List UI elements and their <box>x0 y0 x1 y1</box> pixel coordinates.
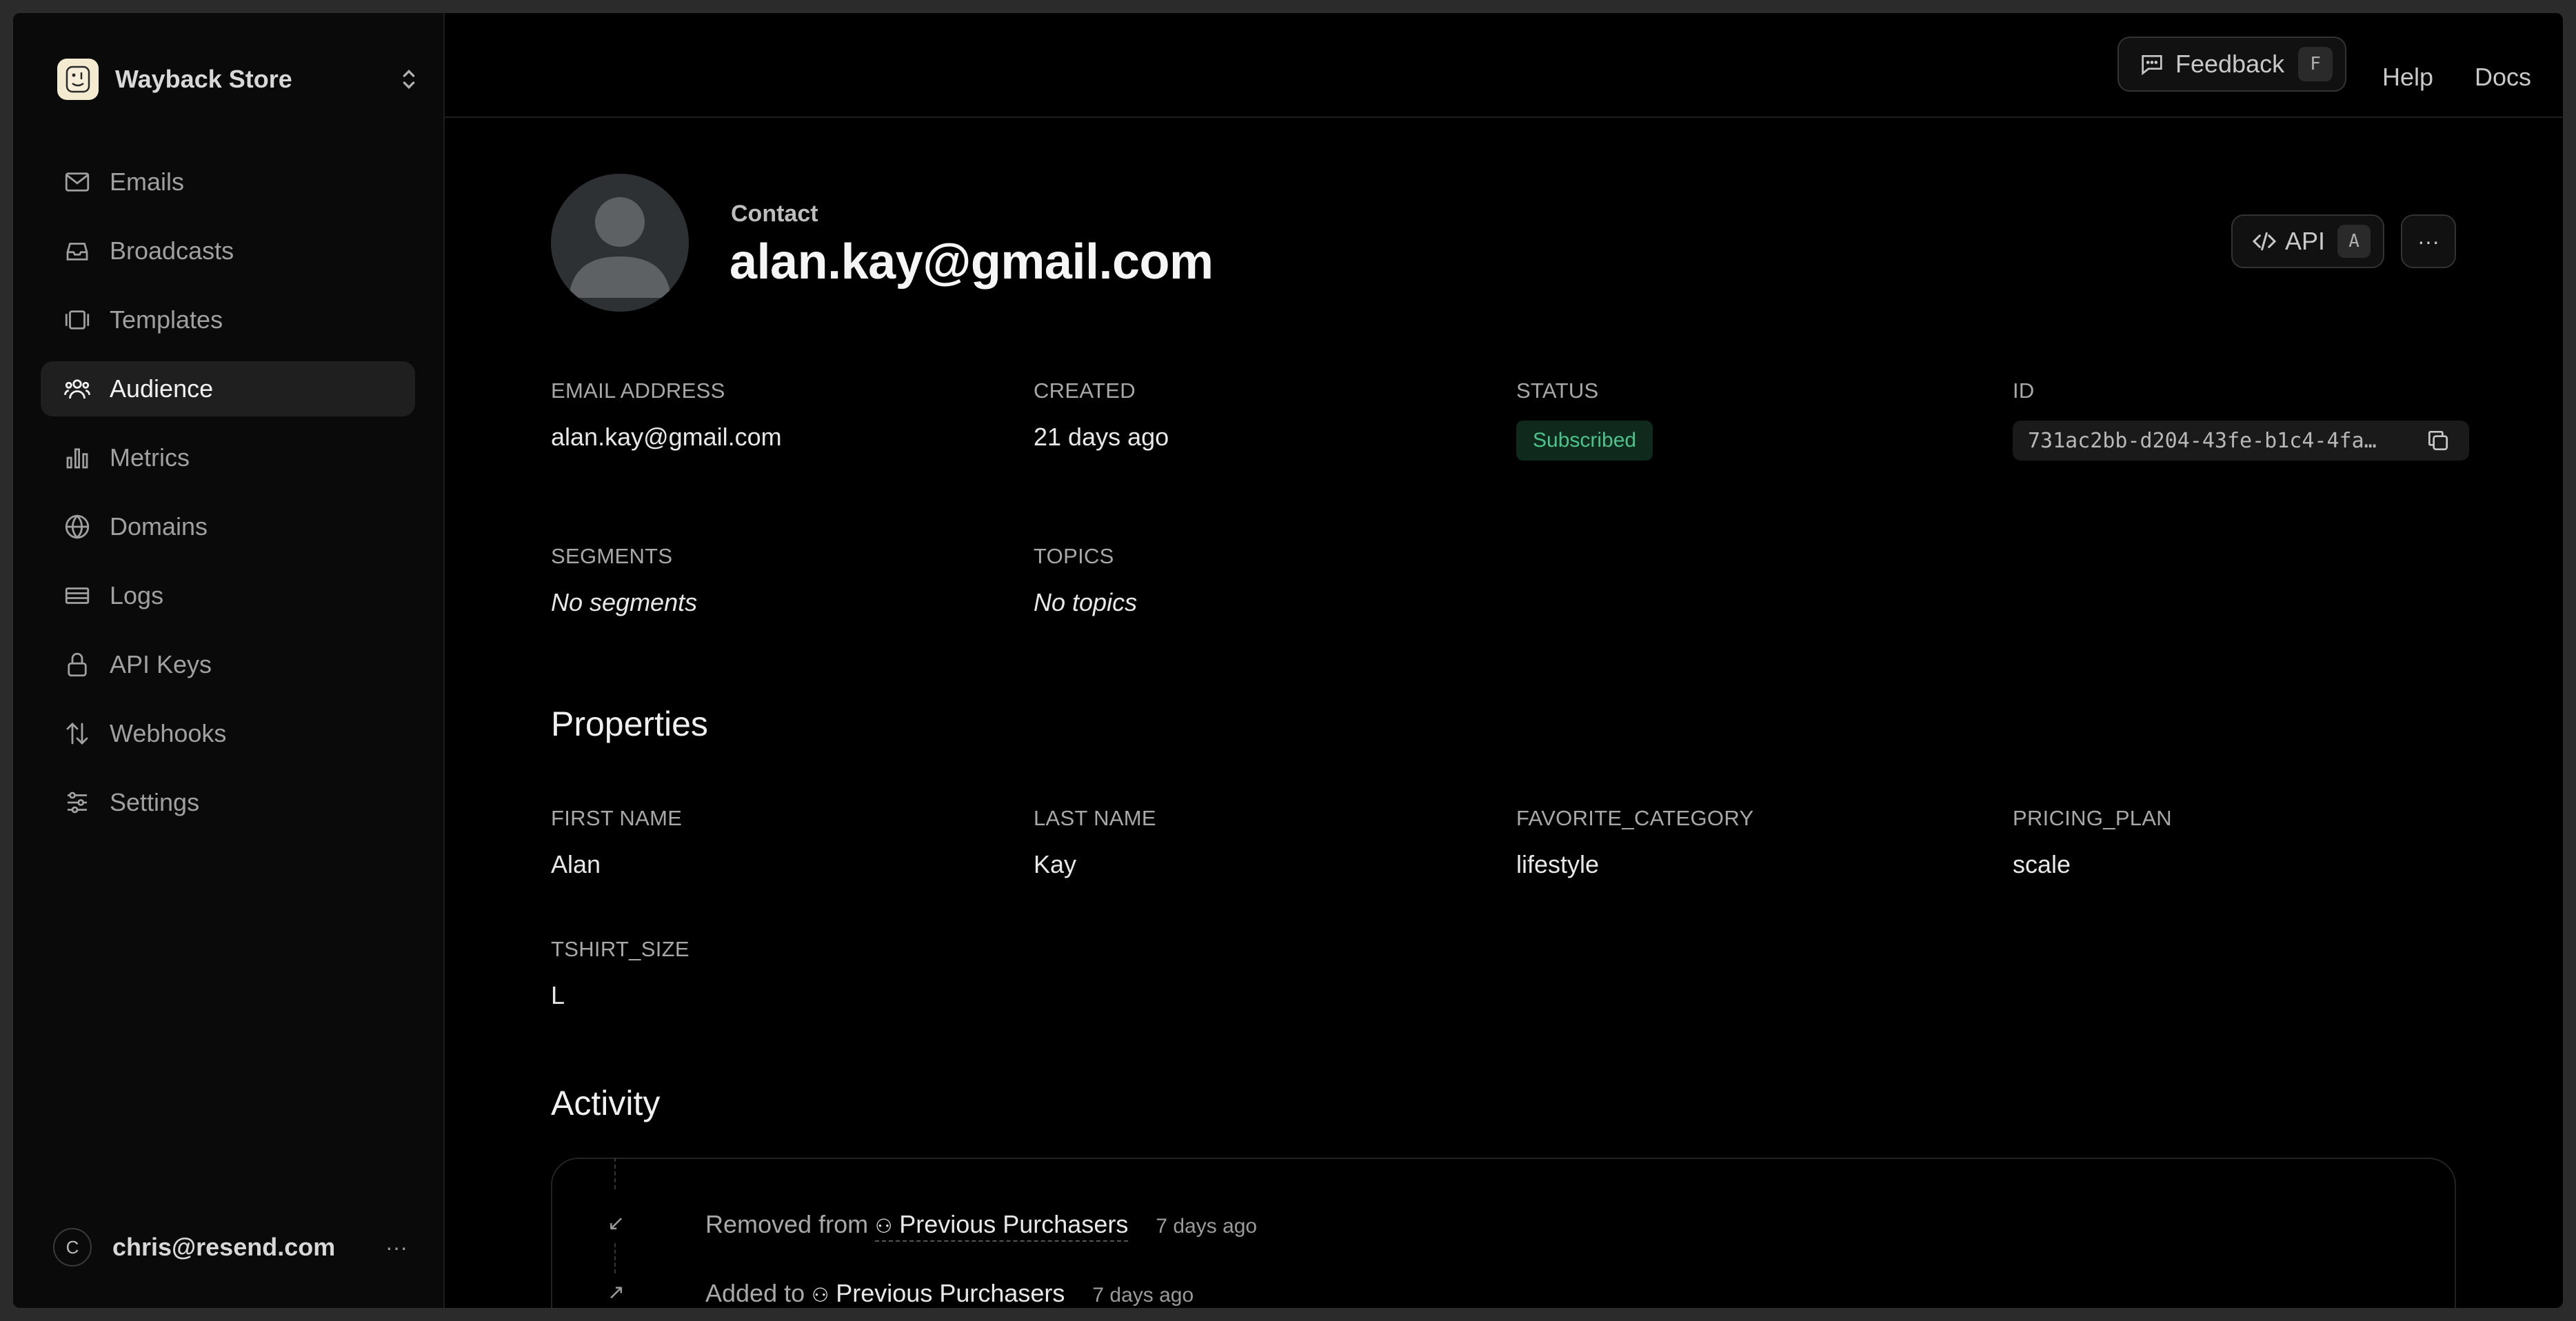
sidebar-item-label: Metrics <box>110 443 190 472</box>
sidebar-item-domains[interactable]: Domains <box>41 499 415 554</box>
favorite-category-value: lifestyle <box>1516 850 1600 878</box>
sidebar-nav: Emails Broadcasts Templates Audience Met… <box>41 154 415 844</box>
more-horizontal-icon[interactable]: ··· <box>385 1235 419 1260</box>
tshirt-size-label: Tshirt_Size <box>551 937 690 961</box>
lock-icon <box>68 652 87 677</box>
email-address-value: alan.kay@gmail.com <box>551 423 782 451</box>
sidebar-item-label: API Keys <box>110 650 212 678</box>
avatar: C <box>53 1228 92 1267</box>
team-switcher[interactable]: Wayback Store <box>57 46 423 112</box>
favorite-category-label: Favorite_Category <box>1516 806 1754 830</box>
segment-link[interactable]: ⚇ Previous Purchasers <box>875 1210 1129 1242</box>
api-label: API <box>2285 227 2326 255</box>
timeline-line <box>614 1243 616 1273</box>
created-label: Created <box>1034 379 1136 403</box>
activity-action: Removed from <box>705 1210 869 1238</box>
sidebar-item-label: Settings <box>110 788 200 816</box>
pricing-plan-value: scale <box>2013 850 2071 878</box>
sidebar-item-broadcasts[interactable]: Broadcasts <box>41 223 415 279</box>
sidebar-item-label: Logs <box>110 581 164 609</box>
tshirt-size-value: L <box>551 981 565 1009</box>
sidebar-item-api-keys[interactable]: API Keys <box>41 637 415 692</box>
contact-avatar <box>551 174 689 312</box>
api-button[interactable]: API A <box>2231 214 2384 268</box>
sidebar-item-label: Emails <box>110 168 185 196</box>
segment-name: Previous Purchasers <box>899 1210 1129 1238</box>
first-name-value: Alan <box>551 850 601 878</box>
team-name: Wayback Store <box>115 65 292 93</box>
created-value: 21 days ago <box>1034 423 1169 451</box>
first-name-label: First Name <box>551 806 683 830</box>
topics-value: No topics <box>1034 588 1138 616</box>
segment-name: Previous Purchasers <box>836 1279 1065 1307</box>
help-link[interactable]: Help <box>2382 63 2433 92</box>
segments-value: No segments <box>551 588 698 616</box>
status-label: Status <box>1516 379 1599 403</box>
chevron-updown-icon <box>403 69 415 90</box>
contact-label: Contact <box>731 201 818 227</box>
users-icon: ⚇ <box>875 1216 893 1237</box>
logs-icon <box>65 587 90 604</box>
feedback-shortcut: F <box>2298 47 2333 81</box>
pricing-plan-label: Pricing_Plan <box>2013 806 2172 830</box>
list-item: Added to ⚇ Previous Purchasers 7 days ag… <box>705 1279 1194 1308</box>
segment-link[interactable]: ⚇ Previous Purchasers <box>812 1279 1065 1308</box>
arrows-updown-icon <box>66 723 88 745</box>
api-shortcut: A <box>2337 225 2371 258</box>
sidebar-item-settings[interactable]: Settings <box>41 775 415 830</box>
sidebar-item-label: Audience <box>110 374 214 403</box>
inbox-icon <box>66 243 88 261</box>
sidebar-item-metrics[interactable]: Metrics <box>41 430 415 485</box>
page-title: alan.kay@gmail.com <box>729 234 1214 290</box>
segments-label: Segments <box>551 544 673 568</box>
mail-icon <box>65 172 90 192</box>
user-email: chris@resend.com <box>112 1233 336 1261</box>
docs-link[interactable]: Docs <box>2475 63 2531 92</box>
activity-title: Activity <box>551 1084 661 1122</box>
sidebar-item-label: Domains <box>110 512 208 541</box>
arrow-up-right-icon: ↗ <box>607 1281 625 1304</box>
list-item: Removed from ⚇ Previous Purchasers 7 day… <box>705 1210 1257 1242</box>
user-menu[interactable]: C chris@resend.com ··· <box>53 1220 419 1275</box>
contact-id-value: 731ac2bb-d204-43fe-b1c4-4fa… <box>2028 428 2377 453</box>
sliders-icon <box>68 791 87 814</box>
activity-time: 7 days ago <box>1092 1284 1194 1307</box>
sidebar-item-label: Webhooks <box>110 719 227 747</box>
sidebar-item-emails[interactable]: Emails <box>41 154 415 210</box>
topics-label: Topics <box>1034 544 1114 568</box>
sidebar-item-audience[interactable]: Audience <box>41 361 415 416</box>
feedback-button[interactable]: Feedback F <box>2117 37 2346 92</box>
last-name-label: Last Name <box>1034 806 1156 830</box>
status-badge: Subscribed <box>1516 421 1653 461</box>
more-actions-button[interactable]: ··· <box>2401 214 2456 268</box>
arrow-down-left-icon: ↙ <box>607 1212 625 1235</box>
timeline-line <box>614 1158 616 1189</box>
sidebar: Wayback Store Emails Broadcasts Template… <box>13 13 445 1308</box>
feedback-label: Feedback <box>2175 50 2285 78</box>
sidebar-item-templates[interactable]: Templates <box>41 292 415 347</box>
code-icon <box>2252 232 2277 251</box>
email-address-label: Email Address <box>551 379 725 403</box>
sidebar-item-label: Templates <box>110 305 223 334</box>
users-icon <box>64 379 90 399</box>
templates-icon <box>65 310 90 330</box>
contact-detail: Contact alan.kay@gmail.com API A ··· Ema… <box>445 119 2563 1308</box>
bar-chart-icon <box>66 448 88 469</box>
activity-action: Added to <box>705 1279 805 1307</box>
activity-time: 7 days ago <box>1156 1215 1258 1238</box>
sidebar-item-logs[interactable]: Logs <box>41 568 415 623</box>
sidebar-item-label: Broadcasts <box>110 236 234 265</box>
globe-icon <box>65 514 90 539</box>
users-icon: ⚇ <box>812 1284 829 1306</box>
id-label: ID <box>2013 379 2035 403</box>
properties-title: Properties <box>551 705 708 743</box>
contact-id: 731ac2bb-d204-43fe-b1c4-4fa… <box>2013 421 2469 461</box>
last-name-value: Kay <box>1034 850 1077 878</box>
app-window: Wayback Store Emails Broadcasts Template… <box>13 13 2563 1308</box>
topbar: Feedback F Help Docs <box>445 13 2563 118</box>
message-icon <box>2142 55 2162 76</box>
sidebar-item-webhooks[interactable]: Webhooks <box>41 706 415 761</box>
team-logo-icon <box>57 59 99 100</box>
copy-icon[interactable] <box>2425 427 2451 454</box>
